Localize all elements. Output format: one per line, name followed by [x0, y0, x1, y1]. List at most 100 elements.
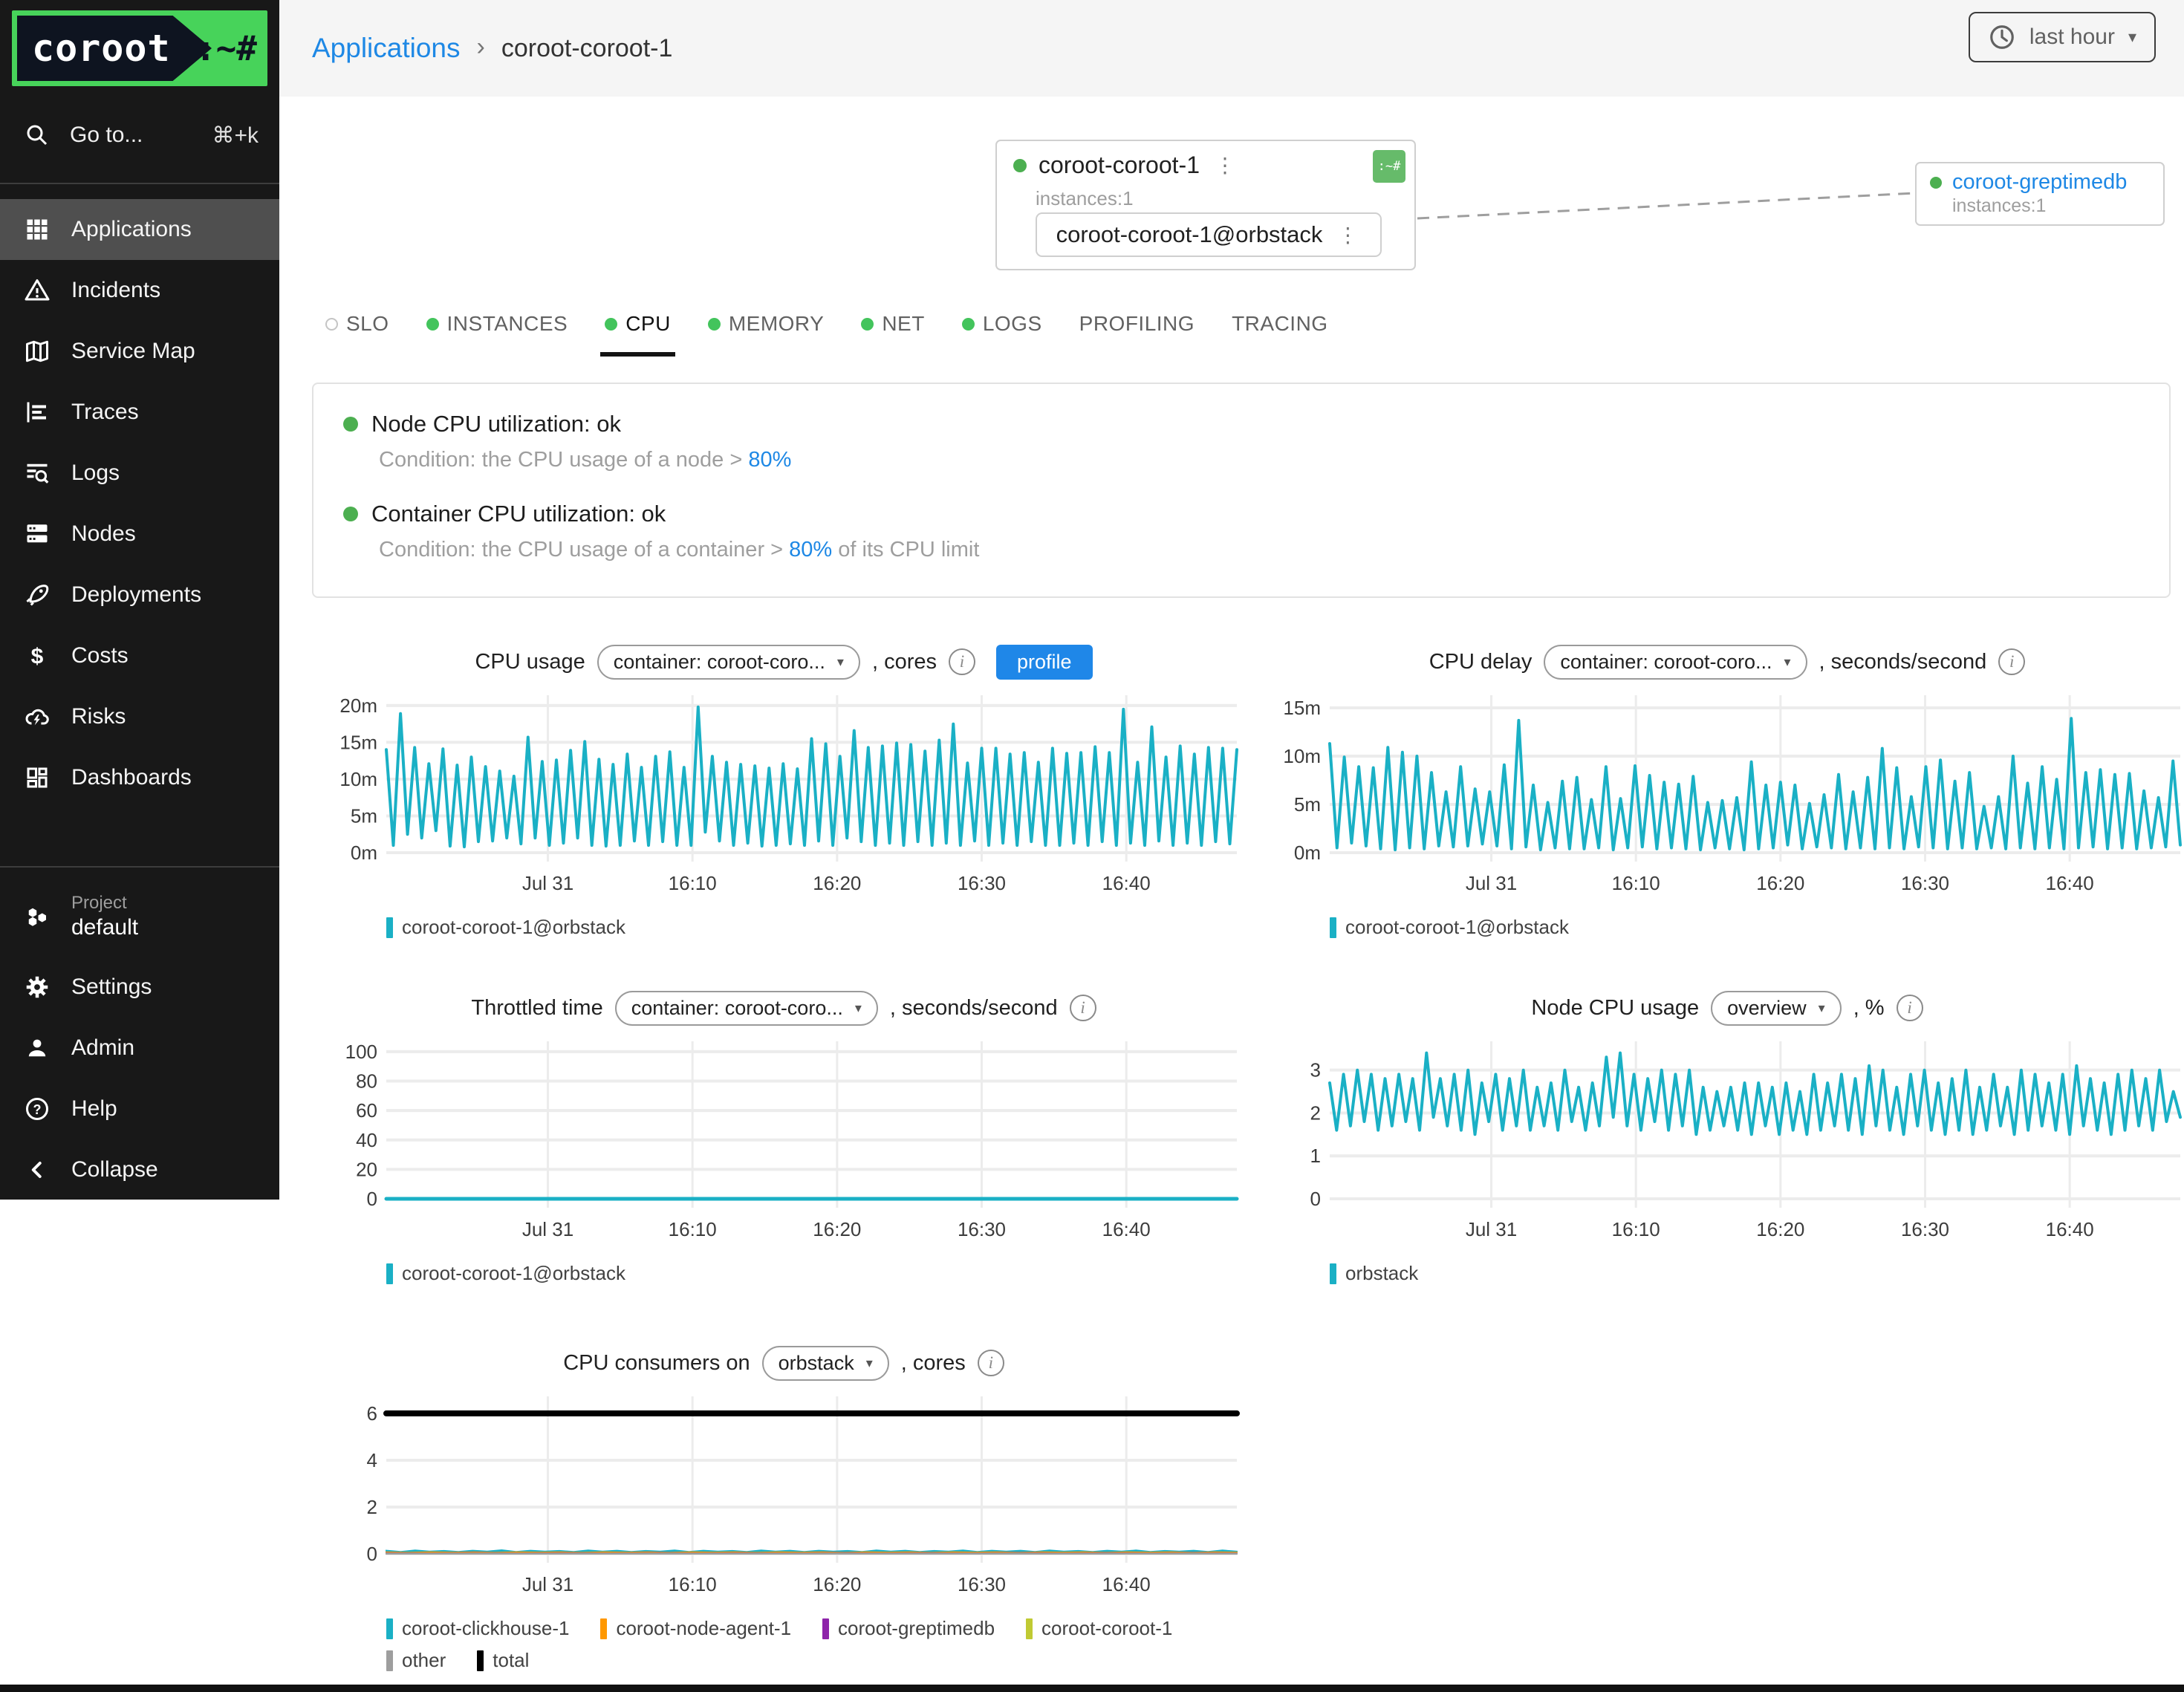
legend-item[interactable]: coroot-clickhouse-1	[386, 1617, 569, 1640]
chart-selector-dropdown[interactable]: container: coroot-coro...▾	[1544, 645, 1807, 680]
kebab-menu-icon[interactable]: ⋮	[1212, 153, 1238, 178]
tab-status-dot	[708, 318, 721, 331]
sidebar-item-applications[interactable]: Applications	[0, 199, 279, 260]
sidebar-item-nodes[interactable]: Nodes	[0, 504, 279, 564]
sidebar-item-dashboards[interactable]: Dashboards	[0, 747, 279, 808]
tab-profiling[interactable]: PROFILING	[1079, 312, 1195, 340]
coroot-logo[interactable]: coroot :~#	[12, 10, 267, 86]
sidebar-item-incidents[interactable]: Incidents	[0, 260, 279, 321]
sidebar-item-help[interactable]: ? Help	[0, 1078, 279, 1139]
chart-plot[interactable]: Jul 3116:1016:2016:3016:400246	[312, 1389, 1255, 1612]
info-icon[interactable]: i	[978, 1350, 1004, 1376]
sidebar-item-service-map[interactable]: Service Map	[0, 321, 279, 382]
svg-text:?: ?	[33, 1102, 42, 1117]
chart-plot[interactable]: Jul 3116:1016:2016:3016:400m5m10m15m20m	[312, 688, 1255, 911]
legend-label: orbstack	[1345, 1262, 1418, 1285]
svg-text:5m: 5m	[1294, 793, 1321, 816]
legend-swatch	[386, 1263, 393, 1284]
svg-text:16:20: 16:20	[813, 1573, 861, 1595]
svg-text:5m: 5m	[351, 804, 377, 827]
legend-item[interactable]: orbstack	[1330, 1262, 1418, 1285]
legend-item[interactable]: coroot-coroot-1@orbstack	[386, 1262, 625, 1285]
sidebar-item-traces[interactable]: Traces	[0, 382, 279, 443]
svg-text:4: 4	[367, 1449, 377, 1471]
kebab-menu-icon[interactable]: ⋮	[1334, 223, 1361, 247]
info-icon[interactable]: i	[1897, 995, 1923, 1021]
service-map-edge	[1416, 178, 1921, 238]
time-range-picker[interactable]: last hour ▾	[1969, 12, 2156, 62]
legend-label: other	[402, 1649, 446, 1672]
sidebar-divider	[0, 866, 279, 868]
sidebar-item-deployments[interactable]: Deployments	[0, 564, 279, 625]
tab-logs[interactable]: LOGS	[962, 312, 1042, 340]
profile-button[interactable]: profile	[996, 645, 1093, 680]
legend-swatch	[600, 1618, 607, 1639]
legend-item[interactable]: total	[477, 1649, 529, 1672]
sidebar-item-costs[interactable]: $ Costs	[0, 625, 279, 686]
check-condition: Condition: the CPU usage of a node > 80%	[379, 448, 2139, 472]
tab-slo[interactable]: SLO	[325, 312, 389, 340]
sidebar-item-label: Traces	[71, 400, 139, 425]
svg-text:3: 3	[1310, 1059, 1321, 1081]
legend-label: coroot-clickhouse-1	[402, 1617, 569, 1640]
dropdown-arrow-icon: ▾	[837, 654, 844, 670]
svg-text:16:40: 16:40	[2046, 1218, 2094, 1240]
terminal-badge[interactable]: :~#	[1373, 150, 1405, 183]
deployments-icon	[24, 582, 51, 608]
svg-text:0: 0	[367, 1188, 377, 1210]
tab-label: LOGS	[983, 312, 1042, 336]
threshold-link[interactable]: 80%	[748, 448, 791, 472]
svg-text:16:20: 16:20	[1756, 872, 1804, 894]
chart-plot[interactable]: Jul 3116:1016:2016:3016:400m5m10m15m	[1255, 688, 2184, 911]
svg-text:100: 100	[345, 1041, 377, 1063]
sidebar-item-settings[interactable]: Settings	[0, 957, 279, 1018]
tab-cpu[interactable]: CPU	[605, 312, 671, 340]
tab-memory[interactable]: MEMORY	[708, 312, 825, 340]
chart-plot[interactable]: Jul 3116:1016:2016:3016:400123	[1255, 1034, 2184, 1257]
svg-text:Jul 31: Jul 31	[1466, 872, 1517, 894]
info-icon[interactable]: i	[1070, 995, 1096, 1021]
chart-selector-dropdown[interactable]: overview▾	[1711, 991, 1842, 1026]
legend-item[interactable]: coroot-greptimedb	[822, 1617, 995, 1640]
app-name: coroot-coroot-1	[1039, 152, 1200, 179]
chart-unit: , seconds/second	[1819, 650, 1987, 674]
svg-text:0m: 0m	[351, 842, 377, 864]
sidebar-collapse[interactable]: Collapse	[0, 1139, 279, 1200]
sidebar-item-logs[interactable]: Logs	[0, 443, 279, 504]
legend-label: coroot-coroot-1	[1041, 1617, 1172, 1640]
upstream-app-link[interactable]: coroot-greptimedb	[1952, 170, 2127, 195]
info-icon[interactable]: i	[949, 648, 975, 675]
threshold-link[interactable]: 80%	[789, 538, 832, 562]
chart-unit: , seconds/second	[890, 996, 1058, 1021]
breadcrumb-applications-link[interactable]: Applications	[312, 33, 461, 64]
goto-search[interactable]: Go to... ⌘+k	[0, 111, 279, 159]
sidebar-item-label: Logs	[71, 461, 120, 486]
tab-instances[interactable]: INSTANCES	[426, 312, 568, 340]
check-condition: Condition: the CPU usage of a container …	[379, 538, 2139, 562]
goto-label: Go to...	[70, 123, 143, 148]
legend-item[interactable]: other	[386, 1649, 446, 1672]
service-map-upstream-card[interactable]: coroot-greptimedb instances:1	[1915, 162, 2165, 226]
chart-plot[interactable]: Jul 3116:1016:2016:3016:40020406080100	[312, 1034, 1255, 1257]
instance-box[interactable]: coroot-coroot-1@orbstack ⋮	[1036, 212, 1382, 257]
sidebar-item-risks[interactable]: Risks	[0, 686, 279, 747]
service-map-app-card[interactable]: coroot-coroot-1 ⋮ :~# instances:1 coroot…	[995, 140, 1416, 270]
chart-selector-dropdown[interactable]: orbstack▾	[762, 1346, 889, 1381]
legend-item[interactable]: coroot-node-agent-1	[600, 1617, 791, 1640]
chart-selector-dropdown[interactable]: container: coroot-coro...▾	[615, 991, 878, 1026]
nodes-icon	[24, 521, 51, 547]
legend-item[interactable]: coroot-coroot-1@orbstack	[1330, 916, 1569, 939]
info-icon[interactable]: i	[1998, 648, 2025, 675]
sidebar-item-admin[interactable]: Admin	[0, 1018, 279, 1078]
sidebar-item-label: Collapse	[71, 1157, 158, 1182]
tab-tracing[interactable]: TRACING	[1232, 312, 1328, 340]
legend-item[interactable]: coroot-coroot-1@orbstack	[386, 916, 625, 939]
chart-selector-dropdown[interactable]: container: coroot-coro...▾	[597, 645, 860, 680]
legend-item[interactable]: coroot-coroot-1	[1026, 1617, 1172, 1640]
tab-net[interactable]: NET	[861, 312, 925, 340]
traces-icon	[24, 399, 51, 426]
header: Applications › coroot-coroot-1 last hour…	[279, 0, 2184, 97]
logs-icon	[24, 460, 51, 487]
sidebar-project-switcher[interactable]: Project default	[0, 882, 279, 951]
project-caption: Project	[71, 893, 138, 914]
